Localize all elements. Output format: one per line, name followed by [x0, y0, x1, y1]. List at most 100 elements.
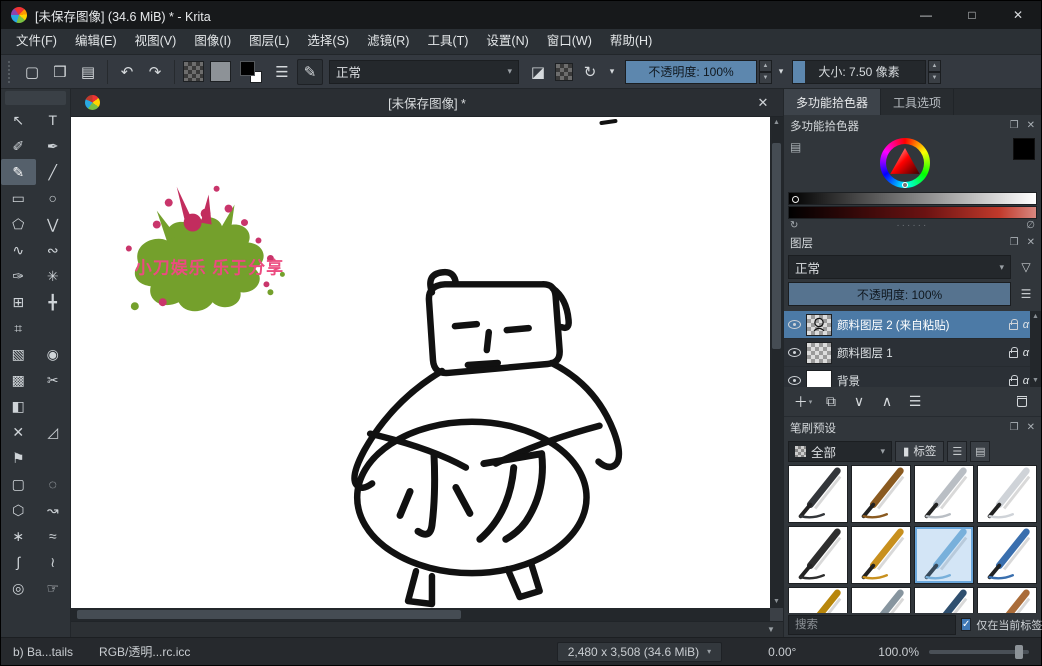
horizontal-scrollbar-thumb[interactable]	[77, 610, 461, 619]
color-sampler-tool[interactable]: ◉	[36, 341, 71, 367]
foreground-background-colors[interactable]	[239, 60, 263, 84]
pattern-tool[interactable]: ▩	[1, 367, 36, 393]
brush-preset-thumbnail-11[interactable]	[977, 587, 1037, 613]
alpha-lock-icon[interactable]: α	[1023, 319, 1029, 331]
menu-item-10[interactable]: 帮助(H)	[601, 29, 661, 54]
save-document-icon[interactable]: ▤	[75, 59, 101, 85]
layer-row[interactable]: 颜料图层 2 (来自粘贴) α	[784, 311, 1041, 339]
hue-shade-gradient-bar[interactable]	[788, 206, 1037, 219]
opacity-spinner[interactable]: ▲ ▼	[759, 60, 772, 84]
scroll-up-icon[interactable]: ▲	[1030, 311, 1041, 323]
fill-tool[interactable]: ◧	[1, 393, 36, 419]
tab-tool-options[interactable]: 工具选项	[881, 89, 954, 115]
layer-lock-icon[interactable]	[1009, 351, 1018, 358]
menu-item-6[interactable]: 滤镜(R)	[358, 29, 418, 54]
gradient-tool[interactable]: ▧	[1, 341, 36, 367]
float-dock-icon[interactable]: ❐	[1010, 120, 1019, 131]
zoom-tool[interactable]: ◎	[1, 575, 36, 601]
menu-item-9[interactable]: 窗口(W)	[538, 29, 601, 54]
pattern-swatch[interactable]	[210, 61, 231, 82]
assistants-tool[interactable]: ✕	[1, 419, 36, 445]
polygon-select-tool[interactable]: ⬡	[1, 497, 36, 523]
transform-select-tool[interactable]: ↖	[1, 107, 36, 133]
brush-preset-thumbnail-4[interactable]	[788, 526, 848, 584]
brush-preset-thumbnail-1[interactable]	[851, 465, 911, 523]
layer-blend-mode-dropdown[interactable]: 正常 ▾	[788, 255, 1011, 279]
value-gradient-bar[interactable]	[788, 192, 1037, 205]
toolbar-grip[interactable]	[8, 61, 14, 83]
contiguous-select-tool[interactable]: ∗	[1, 523, 36, 549]
menu-item-7[interactable]: 工具(T)	[418, 29, 477, 54]
menu-item-0[interactable]: 文件(F)	[7, 29, 66, 54]
preserve-alpha-icon[interactable]	[555, 63, 573, 81]
duplicate-layer-button[interactable]: ⧉	[818, 390, 844, 414]
alpha-lock-icon[interactable]: α	[1023, 375, 1029, 387]
reference-images-tool[interactable]: ⚑	[1, 445, 36, 471]
polyline-tool[interactable]: ⋁	[36, 211, 71, 237]
canvas-page[interactable]: 小刀娱乐 乐于分享	[71, 117, 770, 608]
layer-list-scrollbar[interactable]: ▲ ▼	[1030, 311, 1041, 387]
blend-mode-dropdown[interactable]: 正常 ▾	[329, 60, 519, 84]
menu-item-1[interactable]: 编辑(E)	[66, 29, 126, 54]
freehand-select-tool[interactable]: ↝	[36, 497, 71, 523]
maximize-button[interactable]: □	[949, 1, 995, 29]
open-document-icon[interactable]: ❒	[47, 59, 73, 85]
rectangle-tool[interactable]: ▭	[1, 185, 36, 211]
calligraphy-tool[interactable]: ✒	[36, 133, 71, 159]
image-size-widget[interactable]: 2,480 x 3,508 (34.6 MiB) ▾	[557, 642, 722, 662]
menu-item-3[interactable]: 图像(I)	[185, 29, 240, 54]
eraser-mode-icon[interactable]: ◪	[525, 59, 551, 85]
spin-down-icon[interactable]: ▼	[759, 72, 772, 84]
menu-item-2[interactable]: 视图(V)	[126, 29, 186, 54]
visibility-eye-icon[interactable]	[788, 376, 801, 385]
new-document-icon[interactable]: ▢	[19, 59, 45, 85]
undo-icon[interactable]: ↶	[114, 59, 140, 85]
layer-thumbnail[interactable]	[806, 342, 832, 364]
transform-tool[interactable]: ⊞	[1, 289, 36, 315]
zoom-slider-handle[interactable]	[1015, 645, 1023, 659]
edit-shapes-tool[interactable]: ✐	[1, 133, 36, 159]
spin-up-icon[interactable]: ▲	[759, 60, 772, 72]
add-layer-button[interactable]: ＋ ▾	[790, 390, 816, 414]
presets-menu-icon[interactable]: ☰	[947, 441, 967, 462]
color-wheel-handle[interactable]	[902, 182, 908, 188]
crop-tool[interactable]: ⌗	[1, 315, 36, 341]
opacity-slider[interactable]: 不透明度: 100%	[625, 60, 757, 84]
minimize-button[interactable]: —	[903, 1, 949, 29]
similar-select-tool[interactable]: ≈	[36, 523, 71, 549]
vertical-scrollbar-thumb[interactable]	[772, 143, 781, 349]
toolbox-grip[interactable]	[5, 91, 66, 105]
float-dock-icon[interactable]: ❐	[1010, 237, 1019, 248]
layer-lock-icon[interactable]	[1009, 323, 1018, 330]
polygon-tool[interactable]: ⬠	[1, 211, 36, 237]
chevron-down-icon[interactable]: ▾	[605, 59, 619, 85]
refresh-icon[interactable]: ↻	[790, 220, 798, 231]
close-dock-icon[interactable]: ✕	[1027, 120, 1035, 131]
gradient-handle[interactable]	[792, 196, 799, 203]
brush-tag-filter-dropdown[interactable]: 全部 ▾	[788, 441, 892, 462]
search-input[interactable]	[788, 615, 956, 635]
document-close-icon[interactable]: ✕	[753, 95, 773, 111]
brush-preset-thumbnail-2[interactable]	[914, 465, 974, 523]
tab-advanced-color-selector[interactable]: 多功能拾色器	[784, 89, 881, 115]
bezier-select-tool[interactable]: ∫	[1, 549, 36, 575]
smart-patch-tool[interactable]: ✂	[36, 367, 71, 393]
canvas-viewport[interactable]: 小刀娱乐 乐于分享	[71, 117, 783, 621]
layer-thumbnail[interactable]	[806, 370, 832, 388]
scroll-down-icon[interactable]: ▼	[773, 596, 780, 608]
delete-layer-button[interactable]	[1009, 390, 1035, 414]
brush-preset-thumbnail-3[interactable]	[977, 465, 1037, 523]
chevron-down-icon[interactable]: ▼	[759, 625, 783, 634]
close-button[interactable]: ✕	[995, 1, 1041, 29]
brush-preset-thumbnail-7[interactable]	[977, 526, 1037, 584]
foreground-color-swatch[interactable]	[240, 61, 255, 76]
ellipse-select-tool[interactable]: ◌	[36, 471, 71, 497]
rect-select-tool[interactable]: ▢	[1, 471, 36, 497]
magnetic-select-tool[interactable]: ≀	[36, 549, 71, 575]
dynamic-brush-tool[interactable]: ✑	[1, 263, 36, 289]
layer-filter-icon[interactable]: ▽	[1015, 256, 1037, 278]
gradient-swatch[interactable]	[183, 61, 204, 82]
brush-preset-thumbnail-9[interactable]	[851, 587, 911, 613]
tags-button[interactable]: ▮ 标签	[895, 441, 944, 462]
color-wheel[interactable]	[880, 138, 930, 188]
